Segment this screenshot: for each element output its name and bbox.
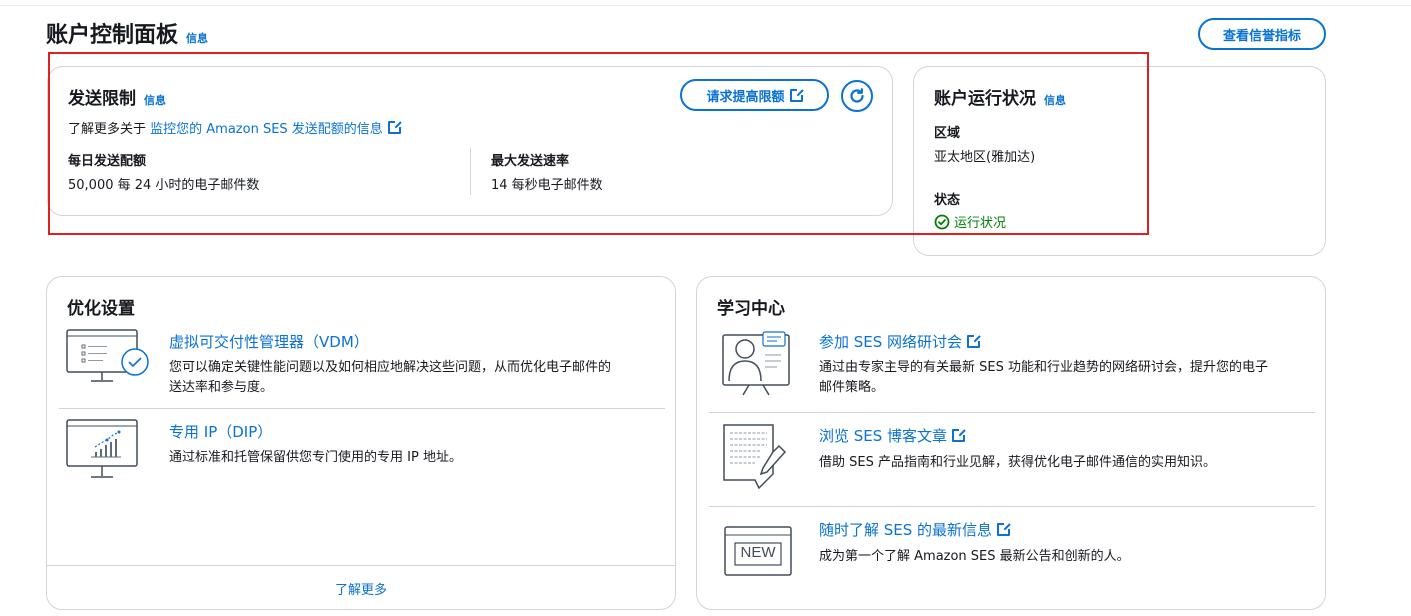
item-divider — [709, 412, 1315, 413]
refresh-button[interactable] — [841, 80, 873, 112]
max-rate-value: 14 每秒电子邮件数 — [491, 178, 603, 193]
learn-more-line: 了解更多关于 监控您的 Amazon SES 发送配额的信息 — [68, 118, 402, 137]
account-health-header: 账户运行状况 信息 — [934, 84, 1066, 109]
page-title: 账户控制面板 — [46, 23, 179, 48]
blog-document-icon — [721, 422, 801, 494]
view-reputation-button[interactable]: 查看信誉指标 — [1198, 18, 1326, 50]
learning-center-title: 学习中心 — [717, 299, 785, 319]
external-link-icon — [952, 428, 967, 442]
vdm-description-line: 送达率和参与度。 — [169, 380, 274, 395]
optimization-title: 优化设置 — [67, 299, 135, 319]
dip-link[interactable]: 专用 IP（DIP） — [169, 421, 272, 442]
blog-link[interactable]: 浏览 SES 博客文章 — [819, 427, 947, 445]
vdm-description-line: 您可以确定关键性能问题以及如何相应地解决这些问题，从而优化电子邮件的 — [169, 360, 612, 375]
learn-more-prefix: 了解更多关于 — [68, 122, 147, 137]
news-link-wrap[interactable]: 随时了解 SES 的最新信息 — [819, 519, 1012, 540]
daily-quota-value: 50,000 每 24 小时的电子邮件数 — [68, 178, 260, 193]
dip-description: 通过标准和托管保留供您专门使用的专用 IP 地址。 — [169, 450, 462, 465]
monitor-checklist-icon — [65, 328, 151, 388]
success-check-icon — [934, 214, 950, 229]
status-value: 运行状况 — [954, 216, 1007, 231]
page-info-link[interactable]: 信息 — [186, 30, 208, 46]
learn-more-link[interactable]: 了解更多 — [47, 579, 675, 598]
column-divider — [470, 148, 471, 195]
learning-center-card: 学习中心 参加 SES 网络研讨会 通过由专家主导的有关最新 SES 功能和行业… — [696, 276, 1326, 610]
external-link-icon — [997, 522, 1012, 536]
refresh-icon — [850, 88, 864, 103]
status-indicator: 运行状况 — [934, 212, 1006, 231]
webinar-description-line: 通过由专家主导的有关最新 SES 功能和行业趋势的网络研讨会，提升您的电子 — [819, 360, 1268, 375]
new-announcement-icon: NEW — [723, 523, 793, 579]
new-icon-text: NEW — [740, 544, 776, 561]
request-increase-label: 请求提高限额 — [706, 89, 785, 105]
webinar-description-line: 邮件策略。 — [819, 380, 885, 395]
blog-link-wrap[interactable]: 浏览 SES 博客文章 — [819, 425, 967, 446]
item-divider — [709, 506, 1315, 507]
sending-limits-info-link[interactable]: 信息 — [144, 92, 166, 108]
news-description: 成为第一个了解 Amazon SES 最新公告和创新的人。 — [819, 549, 1130, 564]
request-increase-button[interactable]: 请求提高限额 — [680, 79, 829, 111]
sending-limits-card: 发送限制 信息 请求提高限额 了解更多关于 监控您的 Amazon SES 发送… — [47, 66, 893, 216]
monitor-chart-icon — [65, 418, 151, 486]
item-divider — [59, 408, 665, 409]
daily-quota-label: 每日发送配额 — [68, 154, 147, 169]
vdm-link[interactable]: 虚拟可交付性管理器（VDM） — [169, 331, 369, 352]
max-rate-label: 最大发送速率 — [491, 154, 570, 169]
external-link-icon — [789, 87, 804, 102]
optimization-card: 优化设置 虚拟可交付性管理器（VDM） 您可以确定关键性能问题以及如何相应地解决… — [46, 276, 676, 610]
account-health-info-link[interactable]: 信息 — [1044, 92, 1066, 108]
top-divider — [0, 5, 1411, 6]
webinar-link-wrap[interactable]: 参加 SES 网络研讨会 — [819, 331, 982, 352]
footer-divider — [47, 565, 675, 566]
account-health-title: 账户运行状况 — [934, 89, 1036, 109]
sending-limits-title: 发送限制 — [68, 89, 136, 109]
vdm-description: 您可以确定关键性能问题以及如何相应地解决这些问题，从而优化电子邮件的 送达率和参… — [169, 358, 611, 398]
blog-description: 借助 SES 产品指南和行业见解，获得优化电子邮件通信的实用知识。 — [819, 455, 1216, 470]
external-link-icon — [387, 120, 402, 134]
external-link-icon — [967, 334, 982, 348]
news-link[interactable]: 随时了解 SES 的最新信息 — [819, 521, 992, 539]
monitor-quota-link[interactable]: 监控您的 Amazon SES 发送配额的信息 — [150, 122, 383, 137]
region-label: 区域 — [934, 126, 961, 141]
region-value: 亚太地区(雅加达) — [934, 150, 1036, 165]
page-header: 账户控制面板 信息 — [46, 17, 208, 49]
account-health-card: 账户运行状况 信息 区域 亚太地区(雅加达) 状态 运行状况 — [913, 66, 1326, 256]
webinar-icon — [721, 329, 801, 399]
webinar-description: 通过由专家主导的有关最新 SES 功能和行业趋势的网络研讨会，提升您的电子 邮件… — [819, 358, 1268, 398]
status-label: 状态 — [934, 193, 961, 208]
sending-limits-header: 发送限制 信息 — [68, 84, 166, 109]
webinar-link[interactable]: 参加 SES 网络研讨会 — [819, 333, 962, 351]
